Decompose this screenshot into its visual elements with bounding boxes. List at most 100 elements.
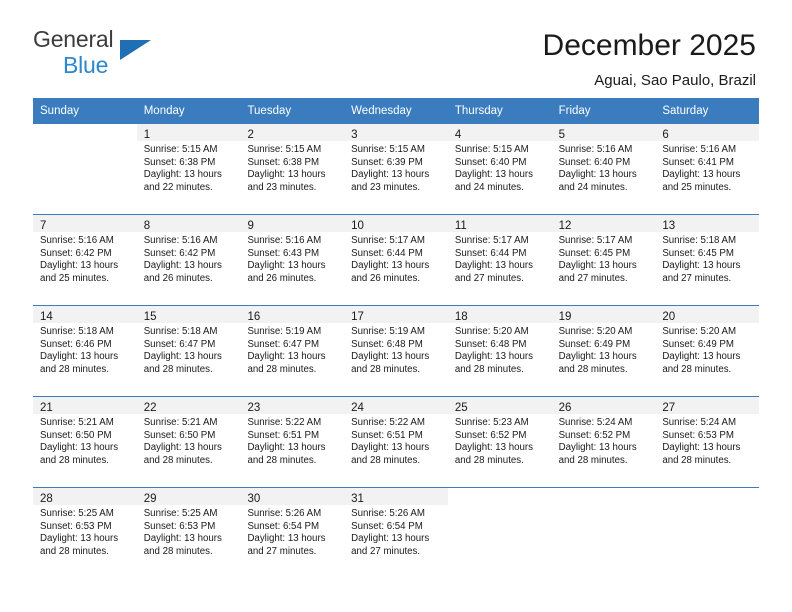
sunrise-text: Sunrise: 5:21 AM: [40, 417, 114, 428]
general-blue-logo[interactable]: General Blue: [33, 26, 163, 82]
sunrise-text: Sunrise: 5:24 AM: [662, 417, 737, 428]
day-cell[interactable]: 21 Sunrise: 5:21 AM Sunset: 6:50 PM Dayligh…: [33, 397, 137, 487]
day-cell[interactable]: 7 Sunrise: 5:16 AM Sunset: 6:42 PM Daylight…: [33, 215, 137, 305]
daylight-text-line2: and 28 minutes.: [454, 363, 524, 375]
day-cell[interactable]: 6 Sunrise: 5:16 AM Sunset: 6:41 PM Daylight…: [655, 124, 760, 214]
page-header: General Blue December 2025 Aguai, Sao Pa…: [0, 0, 792, 98]
day-number-band: 27: [655, 397, 760, 414]
day-details: Sunrise: 5:23 AM Sunset: 6:52 PM Daylight:…: [448, 414, 552, 467]
day-cell[interactable]: 23 Sunrise: 5:22 AM Sunset: 6:51 PM Dayligh…: [240, 397, 345, 487]
day-details: [33, 141, 137, 144]
calendar-weeks: 1 Sunrise: 5:15 AM Sunset: 6:38 PM Daylight…: [33, 124, 760, 578]
logo-triangle-icon: [120, 40, 151, 60]
day-cell[interactable]: 2 Sunrise: 5:15 AM Sunset: 6:38 PM Daylight…: [240, 124, 345, 214]
day-cell[interactable]: 19 Sunrise: 5:20 AM Sunset: 6:49 PM Dayligh…: [551, 306, 656, 396]
day-cell[interactable]: 9 Sunrise: 5:16 AM Sunset: 6:43 PM Daylight…: [240, 215, 345, 305]
day-cell[interactable]: 29 Sunrise: 5:25 AM Sunset: 6:53 PM Dayligh…: [136, 488, 241, 578]
daylight-text-line2: and 26 minutes.: [143, 272, 213, 284]
day-number: 23: [247, 402, 261, 414]
day-cell[interactable]: 20 Sunrise: 5:20 AM Sunset: 6:49 PM Dayligh…: [655, 306, 760, 396]
sunset-text: Sunset: 6:54 PM: [247, 520, 320, 532]
day-cell[interactable]: 10 Sunrise: 5:17 AM Sunset: 6:44 PM Dayligh…: [344, 215, 448, 305]
calendar-week-row: 14 Sunrise: 5:18 AM Sunset: 6:46 PM Dayligh…: [33, 305, 760, 396]
day-cell[interactable]: 28 Sunrise: 5:25 AM Sunset: 6:53 PM Dayligh…: [33, 488, 137, 578]
day-cell[interactable]: 12 Sunrise: 5:17 AM Sunset: 6:45 PM Dayligh…: [551, 215, 656, 305]
sunrise-text: Sunrise: 5:18 AM: [40, 326, 114, 337]
weekday-header-sunday: Sunday: [40, 105, 80, 117]
day-details: Sunrise: 5:20 AM Sunset: 6:49 PM Daylight:…: [552, 323, 656, 376]
sunset-text: Sunset: 6:40 PM: [558, 156, 631, 168]
daylight-text-line2: and 28 minutes.: [454, 454, 524, 466]
daylight-text-line2: and 28 minutes.: [247, 363, 317, 375]
day-number: 25: [454, 402, 468, 414]
sunrise-text: Sunrise: 5:22 AM: [351, 417, 425, 428]
daylight-text-line1: Daylight: 13 hours: [558, 351, 637, 363]
sunset-text: Sunset: 6:47 PM: [143, 338, 216, 350]
day-number-band: 19: [551, 306, 656, 323]
day-number: 24: [351, 402, 364, 414]
sunset-text: Sunset: 6:47 PM: [247, 338, 320, 350]
day-number: 14: [40, 311, 53, 323]
day-cell[interactable]: 15 Sunrise: 5:18 AM Sunset: 6:47 PM Dayligh…: [136, 306, 241, 396]
sunset-text: Sunset: 6:53 PM: [40, 520, 112, 532]
day-number-band: 9: [240, 215, 345, 232]
sunrise-text: Sunrise: 5:15 AM: [454, 144, 529, 155]
day-cell[interactable]: 13 Sunrise: 5:18 AM Sunset: 6:45 PM Dayligh…: [655, 215, 760, 305]
calendar-week-row: 1 Sunrise: 5:15 AM Sunset: 6:38 PM Daylight…: [33, 124, 760, 214]
day-cell[interactable]: 17 Sunrise: 5:19 AM Sunset: 6:48 PM Dayligh…: [344, 306, 448, 396]
day-cell[interactable]: 4 Sunrise: 5:15 AM Sunset: 6:40 PM Daylight…: [447, 124, 552, 214]
day-cell[interactable]: 1 Sunrise: 5:15 AM Sunset: 6:38 PM Daylight…: [136, 124, 241, 214]
day-number: 11: [454, 220, 467, 232]
day-details: Sunrise: 5:19 AM Sunset: 6:47 PM Daylight:…: [240, 323, 344, 376]
day-cell[interactable]: 8 Sunrise: 5:16 AM Sunset: 6:42 PM Daylight…: [136, 215, 241, 305]
day-cell[interactable]: 14 Sunrise: 5:18 AM Sunset: 6:46 PM Dayligh…: [33, 306, 137, 396]
daylight-text-line2: and 26 minutes.: [247, 272, 317, 284]
sunrise-text: Sunrise: 5:15 AM: [351, 144, 425, 155]
sunset-text: Sunset: 6:42 PM: [40, 247, 112, 259]
daylight-text-line1: Daylight: 13 hours: [143, 260, 222, 272]
day-number-band: 29: [136, 488, 241, 505]
day-number: 17: [351, 311, 364, 323]
day-number: 27: [662, 402, 676, 414]
day-details: Sunrise: 5:18 AM Sunset: 6:45 PM Daylight:…: [655, 232, 759, 285]
day-cell[interactable]: 24 Sunrise: 5:22 AM Sunset: 6:51 PM Dayligh…: [344, 397, 448, 487]
day-cell[interactable]: 5 Sunrise: 5:16 AM Sunset: 6:40 PM Daylight…: [551, 124, 656, 214]
day-cell[interactable]: 30 Sunrise: 5:26 AM Sunset: 6:54 PM Dayligh…: [240, 488, 345, 578]
sunset-text: Sunset: 6:41 PM: [662, 156, 734, 168]
weekday-header-tuesday: Tuesday: [247, 105, 292, 117]
page-title: December 2025: [542, 29, 756, 62]
day-number-band: 20: [655, 306, 760, 323]
day-number-band: 6: [655, 124, 760, 141]
sunset-text: Sunset: 6:42 PM: [143, 247, 216, 259]
day-cell[interactable]: 25 Sunrise: 5:23 AM Sunset: 6:52 PM Dayligh…: [447, 397, 552, 487]
sunset-text: Sunset: 6:43 PM: [247, 247, 320, 259]
day-cell[interactable]: 18 Sunrise: 5:20 AM Sunset: 6:48 PM Dayligh…: [447, 306, 552, 396]
sunset-text: Sunset: 6:50 PM: [143, 429, 216, 441]
sunrise-text: Sunrise: 5:20 AM: [454, 326, 529, 337]
day-number-band: 4: [447, 124, 552, 141]
daylight-text-line2: and 28 minutes.: [247, 454, 317, 466]
day-number-band: 31: [344, 488, 448, 505]
day-cell[interactable]: 26 Sunrise: 5:24 AM Sunset: 6:52 PM Dayligh…: [551, 397, 656, 487]
sunset-text: Sunset: 6:48 PM: [351, 338, 423, 350]
day-details: [552, 505, 656, 508]
day-number: 22: [143, 402, 157, 414]
daylight-text-line2: and 23 minutes.: [351, 181, 421, 193]
sunset-text: Sunset: 6:50 PM: [40, 429, 112, 441]
title-block: December 2025 Aguai, Sao Paulo, Brazil: [543, 26, 756, 91]
sunset-text: Sunset: 6:44 PM: [454, 247, 527, 259]
day-cell[interactable]: 31 Sunrise: 5:26 AM Sunset: 6:54 PM Dayligh…: [344, 488, 448, 578]
daylight-text-line1: Daylight: 13 hours: [247, 442, 326, 454]
day-cell[interactable]: 16 Sunrise: 5:19 AM Sunset: 6:47 PM Dayligh…: [240, 306, 345, 396]
day-number: 30: [247, 493, 261, 505]
day-number-band: 1: [136, 124, 241, 141]
day-details: Sunrise: 5:26 AM Sunset: 6:54 PM Daylight:…: [344, 505, 448, 558]
day-details: Sunrise: 5:22 AM Sunset: 6:51 PM Daylight:…: [344, 414, 448, 467]
day-cell[interactable]: 3 Sunrise: 5:15 AM Sunset: 6:39 PM Daylight…: [344, 124, 448, 214]
day-cell[interactable]: 11 Sunrise: 5:17 AM Sunset: 6:44 PM Dayligh…: [447, 215, 552, 305]
daylight-text-line2: and 28 minutes.: [143, 363, 213, 375]
day-cell[interactable]: 27 Sunrise: 5:24 AM Sunset: 6:53 PM Dayligh…: [655, 397, 760, 487]
day-number: 12: [558, 220, 572, 232]
day-cell[interactable]: 22 Sunrise: 5:21 AM Sunset: 6:50 PM Dayligh…: [136, 397, 241, 487]
daylight-text-line1: Daylight: 13 hours: [143, 442, 222, 454]
